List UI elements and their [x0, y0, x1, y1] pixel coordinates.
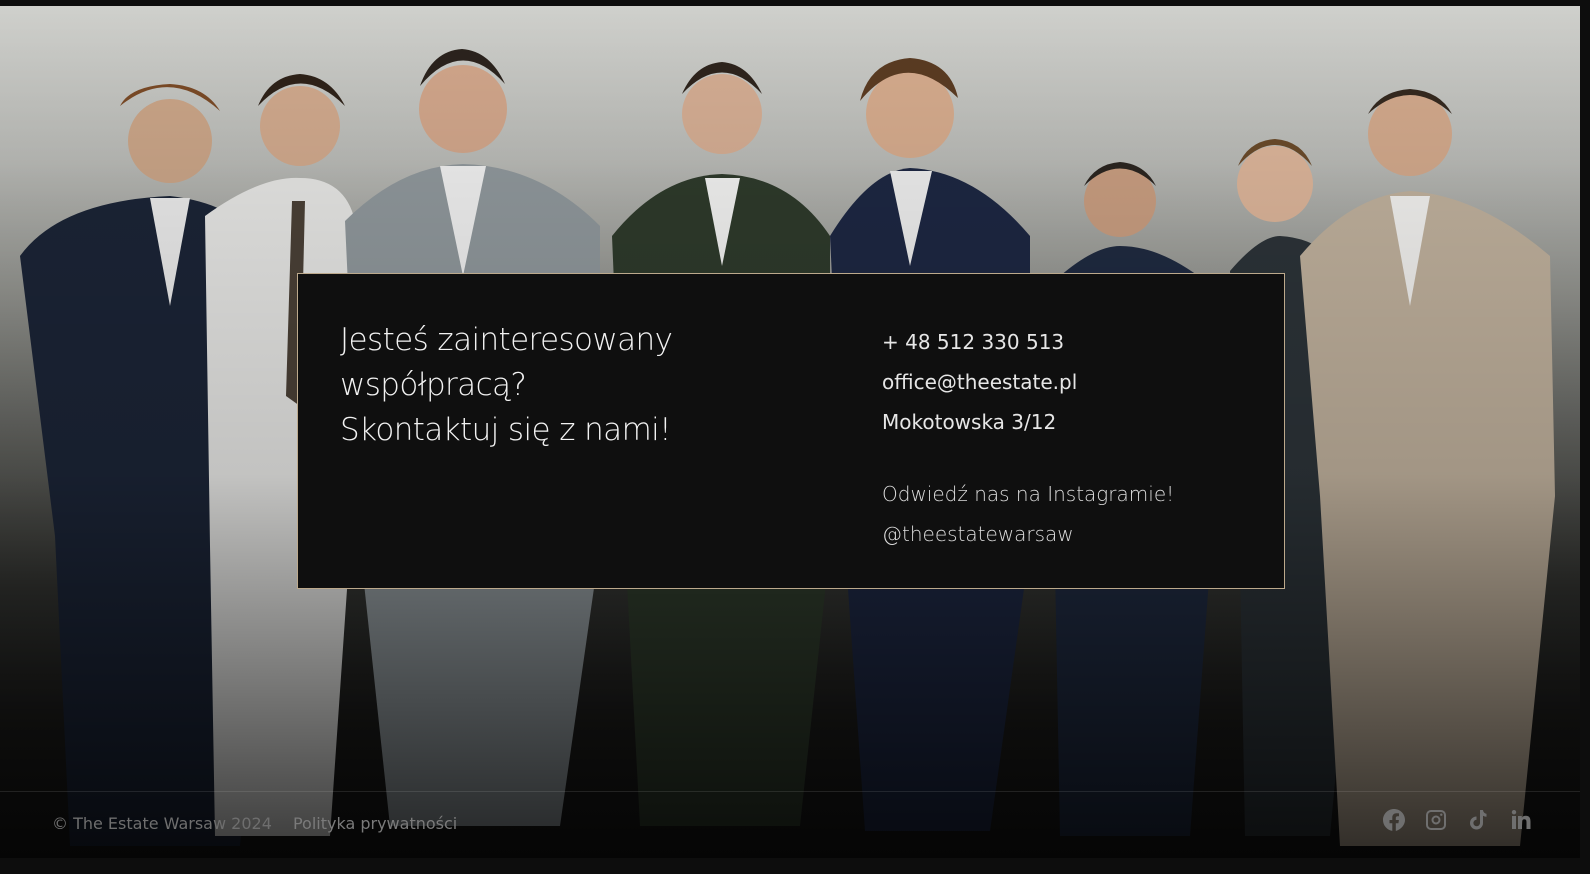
privacy-policy-link[interactable]: Polityka prywatności [293, 814, 457, 833]
contact-headline: Jesteś zainteresowany współpracą? Skonta… [340, 318, 770, 453]
page-edge-bottom [0, 858, 1590, 874]
phone-link[interactable]: + 48 512 330 513 [882, 322, 1174, 362]
contact-card: Jesteś zainteresowany współpracą? Skonta… [297, 273, 1285, 589]
footer-left: © The Estate Warsaw 2024 Polityka prywat… [52, 814, 457, 833]
social-links [1382, 808, 1532, 832]
instagram-label: Odwiedź nas na Instagramie! [882, 482, 1175, 506]
tiktok-icon[interactable] [1466, 808, 1490, 832]
headline-line-2: współpracą? [340, 367, 527, 403]
page-edge-right [1580, 0, 1590, 874]
headline-line-3: Skontaktuj się z nami! [340, 412, 672, 448]
footer: © The Estate Warsaw 2024 Polityka prywat… [0, 791, 1580, 858]
copyright-text: © The Estate Warsaw 2024 [52, 814, 272, 833]
headline-line-1: Jesteś zainteresowany [340, 322, 673, 358]
instagram-icon[interactable] [1424, 808, 1448, 832]
address-link[interactable]: Mokotowska 3/12 [882, 402, 1174, 442]
contact-info: + 48 512 330 513 office@theestate.pl Mok… [882, 322, 1174, 554]
linkedin-icon[interactable] [1508, 808, 1532, 832]
team-photo-background: Jesteś zainteresowany współpracą? Skonta… [0, 6, 1580, 858]
instagram-handle-link[interactable]: @theestatewarsaw [882, 514, 1174, 554]
facebook-icon[interactable] [1382, 808, 1406, 832]
email-link[interactable]: office@theestate.pl [882, 362, 1174, 402]
